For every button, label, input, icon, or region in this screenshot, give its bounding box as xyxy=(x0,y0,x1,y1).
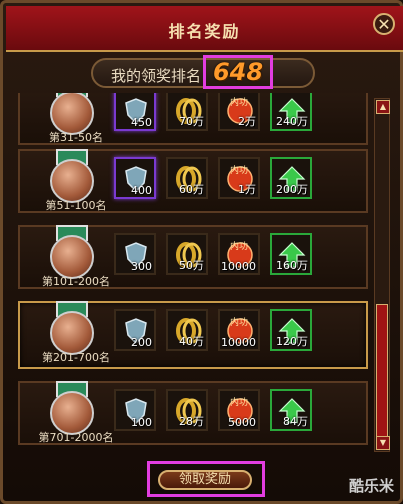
orb-label: 内功 xyxy=(230,98,249,108)
my-rank-value: 648 xyxy=(203,55,273,89)
scrollbar[interactable]: ▲ ▼ xyxy=(374,98,390,452)
gold-ring-icon[interactable]: 50万 xyxy=(166,233,208,275)
rank-range: 第101-200名 xyxy=(42,275,110,288)
item-quantity: 50万 xyxy=(179,259,204,272)
reward-row: 第201-700名 200 40万 内功 10000 120万 xyxy=(18,301,368,369)
item-quantity: 240万 xyxy=(276,115,308,128)
level-up-icon[interactable]: 84万 xyxy=(270,389,312,431)
item-quantity: 40万 xyxy=(179,335,204,348)
rank-range: 第31-50名 xyxy=(49,131,103,144)
gold-ring-icon[interactable]: 60万 xyxy=(166,157,208,199)
watermark: 酷乐米 xyxy=(348,477,394,495)
rank-range: 第51-100名 xyxy=(45,199,107,212)
window-title: 排名奖励 xyxy=(168,22,241,41)
item-quantity: 10000 xyxy=(221,336,256,349)
orb-label: 内功 xyxy=(230,398,249,408)
armor-icon[interactable]: 300 xyxy=(114,233,156,275)
item-quantity: 450 xyxy=(131,116,152,129)
my-rank-label: 我的领奖排名 xyxy=(111,67,202,85)
item-quantity: 2万 xyxy=(238,115,256,128)
item-quantity: 200 xyxy=(131,336,152,349)
scroll-thumb[interactable] xyxy=(376,304,388,444)
item-quantity: 70万 xyxy=(179,115,204,128)
armor-icon[interactable]: 200 xyxy=(114,309,156,351)
fire-orb-icon[interactable]: 内功 10000 xyxy=(218,233,260,275)
orb-label: 内功 xyxy=(230,166,249,176)
title-bar: 排名奖励 ✕ xyxy=(6,6,403,52)
armor-icon[interactable]: 400 xyxy=(114,157,156,199)
item-quantity: 160万 xyxy=(276,259,308,272)
item-quantity: 5000 xyxy=(228,416,256,429)
item-quantity: 10000 xyxy=(221,260,256,273)
reward-list: 第31-50名 450 70万 内功 2万 240万 第51-100名 400 … xyxy=(18,93,368,451)
level-up-icon[interactable]: 120万 xyxy=(270,309,312,351)
item-quantity: 100 xyxy=(131,416,152,429)
fire-orb-icon[interactable]: 内功 1万 xyxy=(218,157,260,199)
rank-range: 第201-700名 xyxy=(42,351,110,364)
item-quantity: 1万 xyxy=(238,183,256,196)
gold-ring-icon[interactable]: 28万 xyxy=(166,389,208,431)
gold-ring-icon[interactable]: 40万 xyxy=(166,309,208,351)
reward-row: 第701-2000名 100 28万 内功 5000 84万 xyxy=(18,381,368,445)
claim-button-highlight: 领取奖励 xyxy=(147,461,265,497)
gold-ring-icon[interactable]: 70万 xyxy=(166,93,208,131)
level-up-icon[interactable]: 200万 xyxy=(270,157,312,199)
reward-row: 第51-100名 400 60万 内功 1万 200万 xyxy=(18,149,368,213)
item-quantity: 400 xyxy=(131,184,152,197)
item-quantity: 28万 xyxy=(179,415,204,428)
close-icon[interactable]: ✕ xyxy=(373,13,395,35)
armor-icon[interactable]: 100 xyxy=(114,389,156,431)
item-quantity: 60万 xyxy=(179,183,204,196)
item-quantity: 300 xyxy=(131,260,152,273)
item-quantity: 84万 xyxy=(283,415,308,428)
reward-row: 第101-200名 300 50万 内功 10000 160万 xyxy=(18,225,368,289)
item-quantity: 120万 xyxy=(276,335,308,348)
level-up-icon[interactable]: 240万 xyxy=(270,93,312,131)
rank-range: 第701-2000名 xyxy=(38,431,114,444)
claim-reward-button[interactable]: 领取奖励 xyxy=(158,470,252,490)
fire-orb-icon[interactable]: 内功 5000 xyxy=(218,389,260,431)
reward-row: 第31-50名 450 70万 内功 2万 240万 xyxy=(18,93,368,145)
orb-label: 内功 xyxy=(230,318,249,328)
fire-orb-icon[interactable]: 内功 2万 xyxy=(218,93,260,131)
armor-icon[interactable]: 450 xyxy=(114,93,156,131)
scroll-up-icon[interactable]: ▲ xyxy=(376,100,390,114)
item-quantity: 200万 xyxy=(276,183,308,196)
reward-window: 排名奖励 ✕ 我的领奖排名 648 第31-50名 450 70万 内功 2万 xyxy=(0,0,403,504)
level-up-icon[interactable]: 160万 xyxy=(270,233,312,275)
scroll-down-icon[interactable]: ▼ xyxy=(376,436,390,450)
orb-label: 内功 xyxy=(230,242,249,252)
fire-orb-icon[interactable]: 内功 10000 xyxy=(218,309,260,351)
